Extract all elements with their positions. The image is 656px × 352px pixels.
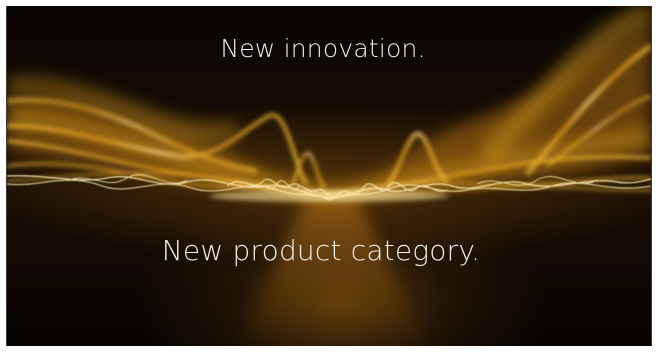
headline-new-innovation: New innovation.: [220, 34, 426, 63]
floor-light-beam: [237, 196, 427, 346]
slide-canvas: New innovation. New product category.: [6, 6, 652, 346]
headline-new-product-category: New product category.: [161, 234, 481, 267]
core-glow: [209, 190, 449, 202]
presentation-frame: New innovation. New product category.: [0, 0, 656, 352]
